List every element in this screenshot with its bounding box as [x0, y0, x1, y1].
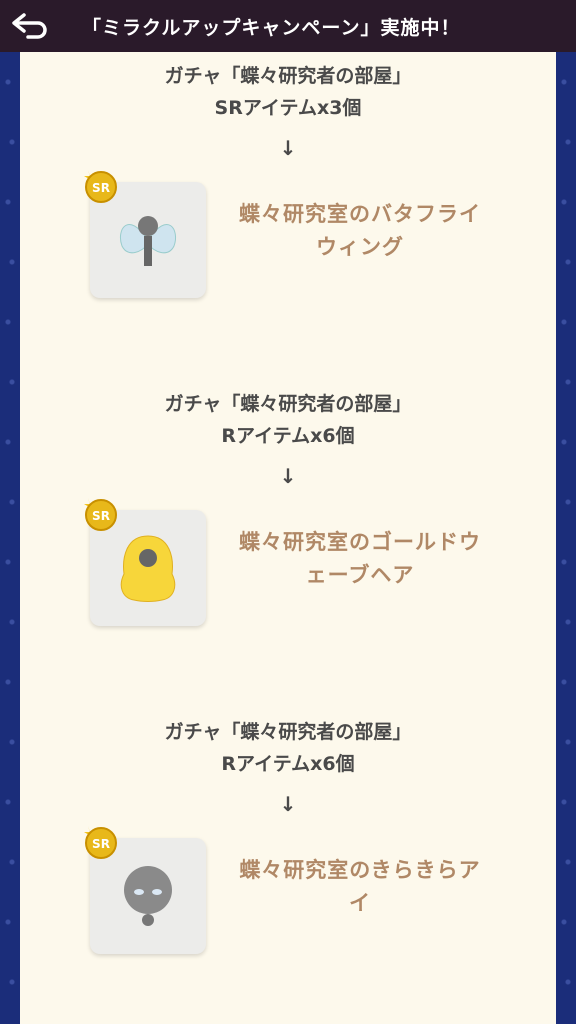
item-name[interactable]: 蝶々研究室のゴールドウ ェーブヘア [220, 526, 500, 592]
svg-text:SR: SR [92, 837, 110, 851]
content-panel[interactable]: ガチャ「蝶々研究者の部屋」 SRアイテムx3個 ↓ SR 蝶々研究室のバタフライ… [20, 52, 556, 1024]
reward-section: ガチャ「蝶々研究者の部屋」 Rアイテムx6個 ↓ SR 蝶々研究室のきらきらア … [20, 716, 556, 964]
reward-section: ガチャ「蝶々研究者の部屋」 Rアイテムx6個 ↓ SR 蝶々研究室のゴールドウ … [20, 388, 556, 636]
gacha-name: ガチャ「蝶々研究者の部屋」 [164, 65, 412, 87]
butterfly-wing-icon [120, 216, 176, 266]
page-title: 「ミラクルアップキャンペーン」実施中！ [82, 16, 461, 39]
reward-section: ガチャ「蝶々研究者の部屋」 SRアイテムx3個 ↓ SR 蝶々研究室のバタフライ… [20, 60, 556, 308]
back-button[interactable] [0, 0, 60, 52]
item-card[interactable]: SR 蝶々研究室のバタフライ ウィング [20, 168, 556, 308]
sr-badge-icon: SR [84, 498, 117, 531]
item-name[interactable]: 蝶々研究室のバタフライ ウィング [220, 198, 500, 264]
down-arrow-icon: ↓ [279, 464, 297, 488]
header-bar: 「ミラクルアップキャンペーン」実施中！ [0, 0, 576, 52]
down-arrow-icon: ↓ [279, 792, 297, 816]
item-name[interactable]: 蝶々研究室のきらきらア イ [220, 854, 500, 920]
down-arrow-icon: ↓ [279, 136, 297, 160]
svg-text:SR: SR [92, 181, 110, 195]
gacha-name: ガチャ「蝶々研究者の部屋」 [164, 393, 412, 415]
gacha-name: ガチャ「蝶々研究者の部屋」 [164, 721, 412, 743]
reward-count: SRアイテムx3個 [214, 97, 362, 119]
gold-wave-hair-icon [120, 535, 176, 602]
sr-badge-icon: SR [84, 170, 117, 203]
reward-count: Rアイテムx6個 [221, 753, 355, 775]
reward-count: Rアイテムx6個 [221, 425, 355, 447]
sr-badge-icon: SR [84, 826, 117, 859]
item-card[interactable]: SR 蝶々研究室のきらきらア イ [20, 824, 556, 964]
back-arrow-icon [12, 13, 47, 39]
left-border [0, 52, 20, 1024]
svg-text:SR: SR [92, 509, 110, 523]
sparkle-eye-face-icon [124, 866, 172, 926]
item-card[interactable]: SR 蝶々研究室のゴールドウ ェーブヘア [20, 496, 556, 636]
right-border [556, 52, 576, 1024]
